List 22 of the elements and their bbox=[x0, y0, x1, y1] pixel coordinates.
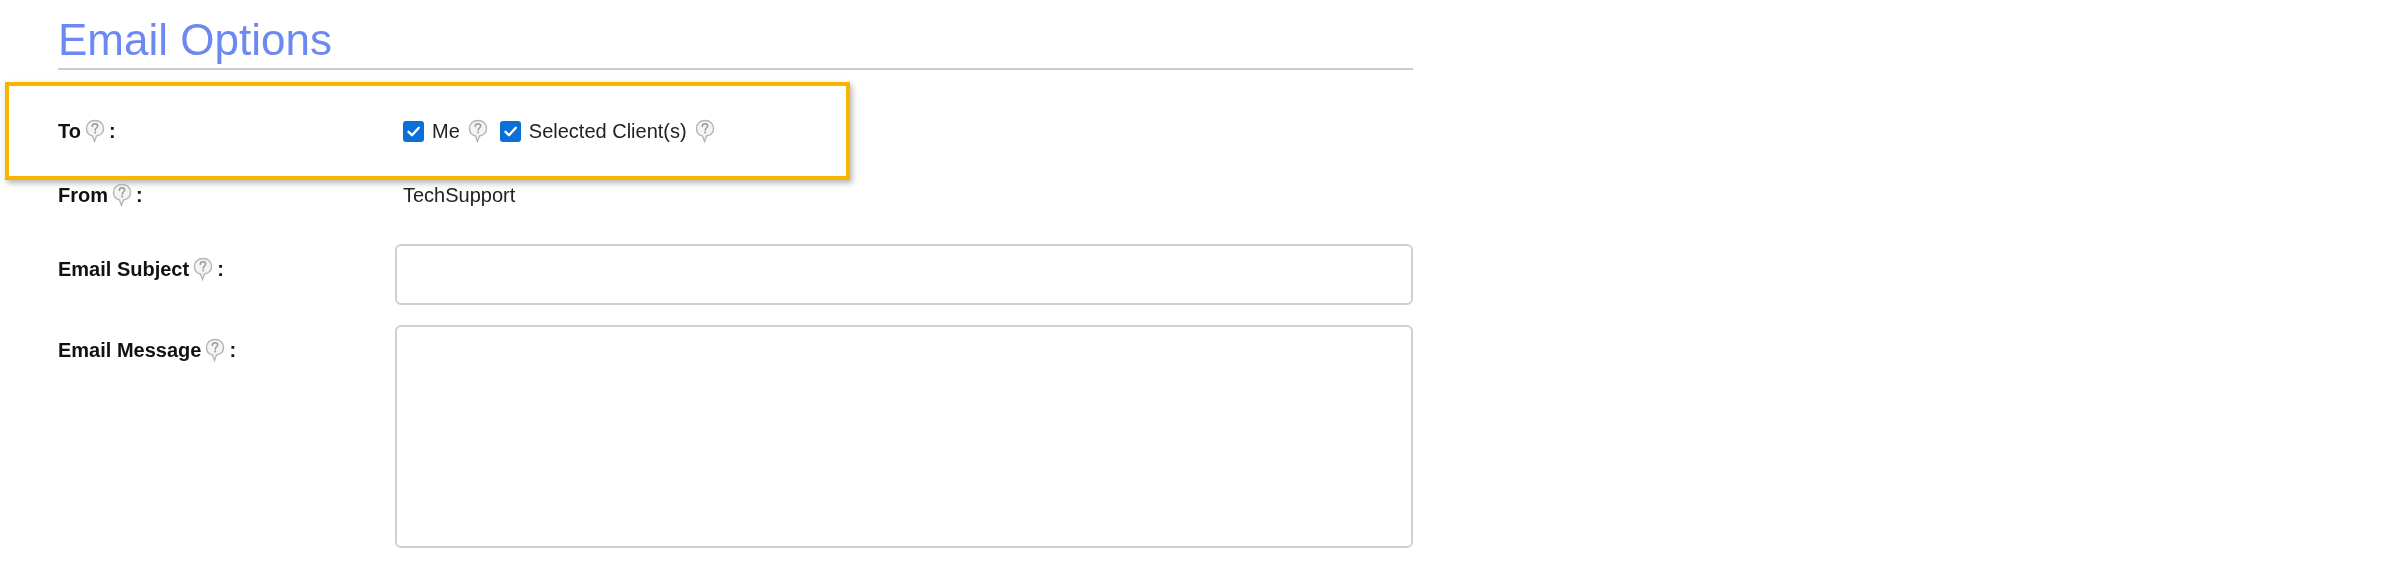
checkbox[interactable] bbox=[403, 120, 424, 142]
field-value: TechSupport bbox=[402, 183, 516, 208]
checkbox-label[interactable]: Selected Client(s) bbox=[528, 116, 687, 146]
help-icon[interactable] bbox=[694, 119, 715, 143]
label-colon: : bbox=[108, 119, 116, 144]
field-label: Email Message bbox=[58, 338, 202, 363]
label-colon: : bbox=[229, 338, 237, 363]
checkbox-label[interactable]: Me bbox=[432, 116, 460, 146]
label-colon: : bbox=[217, 257, 224, 282]
text-area[interactable] bbox=[395, 325, 1413, 548]
field-label: From bbox=[58, 183, 108, 208]
checkbox[interactable] bbox=[499, 120, 521, 142]
section-title: Email Options bbox=[58, 18, 332, 62]
field-label: Email Subject bbox=[58, 257, 190, 282]
input-field[interactable] bbox=[395, 244, 1413, 305]
help-icon[interactable] bbox=[205, 338, 226, 362]
label-colon: : bbox=[136, 183, 143, 208]
field-label: To bbox=[58, 119, 81, 144]
help-icon[interactable] bbox=[193, 257, 214, 281]
help-icon[interactable] bbox=[84, 119, 105, 143]
help-icon[interactable] bbox=[112, 183, 132, 207]
help-icon[interactable] bbox=[467, 119, 488, 143]
